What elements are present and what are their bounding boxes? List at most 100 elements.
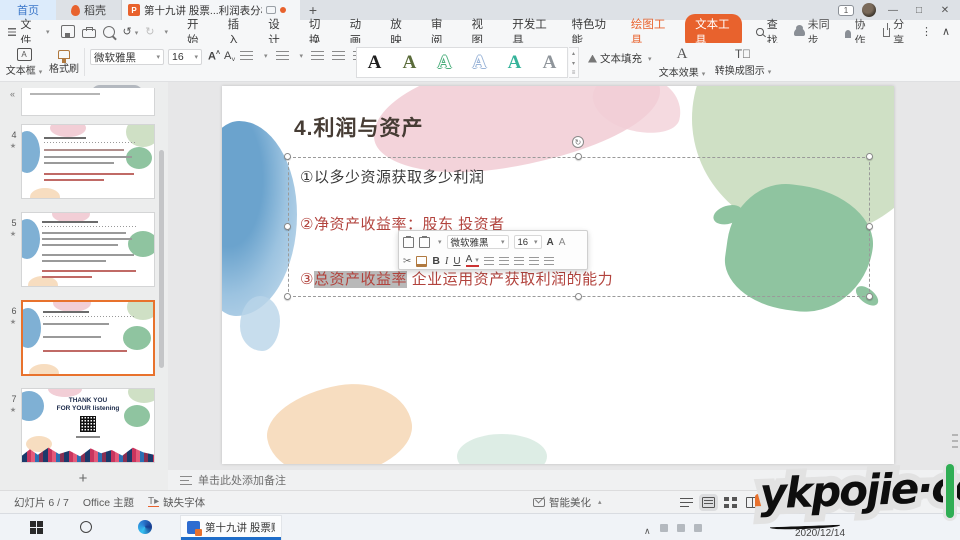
system-tray-icons[interactable] [660,524,702,532]
collapse-ribbon-icon[interactable]: ∧ [942,25,950,38]
paste-icon[interactable] [403,237,414,248]
increase-indent-icon[interactable] [332,51,345,61]
bullet-list-icon[interactable] [240,51,253,61]
restore-button[interactable]: □ [910,5,928,16]
slide-thumbnail-7[interactable]: THANK YOU FOR YOUR listening [21,388,155,463]
notification-badge[interactable]: 1 [838,5,854,16]
selected-text-highlight: 总资产收益率 [314,271,407,288]
wordart-gallery[interactable]: A A A A A A [356,47,568,78]
sidebar-scrollbar[interactable] [159,150,164,368]
mini-shrink-font-button[interactable]: A [559,237,566,248]
font-size-combo[interactable]: 16▾ [168,49,202,65]
mini-grow-font-button[interactable]: A [547,237,554,248]
text-effect-button[interactable]: A 文本效果▾ [658,45,706,79]
notes-input[interactable]: 单击此处添加备注 [168,470,960,490]
play-slideshow-icon[interactable] [755,494,769,510]
cut-icon[interactable]: ✂ [403,256,411,267]
wordart-style-2[interactable]: A [392,52,427,74]
handle-top-right[interactable] [866,153,873,160]
slide-title[interactable]: 4.利润与资产 [294,112,424,142]
tray-expand-icon[interactable]: ∧ [644,526,651,537]
wordart-style-1[interactable]: A [357,52,392,74]
mini-align-center-icon[interactable] [499,257,509,265]
wps-app-icon [187,521,200,534]
format-painter-icon [58,50,70,59]
cortana-icon[interactable] [80,521,92,533]
mini-align-left-icon[interactable] [484,257,494,265]
mini-font-color-button[interactable]: A▾ [466,256,479,267]
person-icon [845,30,852,38]
more-options-icon[interactable]: ⋮ [921,25,932,38]
mini-list-icon[interactable] [544,257,554,265]
slide-number: 7 [8,394,20,404]
minimize-button[interactable]: — [884,5,902,16]
handle-bottom-center[interactable] [575,293,582,300]
print-preview-icon[interactable] [103,26,115,38]
handle-bottom-left[interactable] [284,293,291,300]
slide-editor[interactable]: 4.利润与资产 ↻ ①以多少资源获取多少利润 ②净资产收益率：股东 投资者 ③总… [222,86,894,464]
print-icon[interactable] [82,29,96,38]
grow-font-button[interactable]: A˄ [208,50,220,63]
taskbar-app-title: 第十九讲 股票财务... [205,520,275,535]
decor-teal-splash [457,434,547,464]
wordart-style-4[interactable]: A [462,52,497,74]
mini-align-right-icon[interactable] [514,257,524,265]
slide-thumbnail-partial[interactable] [21,88,155,116]
mini-bold-button[interactable]: B [432,255,440,267]
theme-name[interactable]: Office 主题 [83,495,134,510]
missing-font-warning[interactable]: T▸缺失字体 [148,495,205,510]
undo-icon[interactable]: ↺▾ [122,25,138,38]
slide-thumbnail-4[interactable] [21,124,155,199]
mini-font-name-combo[interactable]: 微软雅黑▾ [447,235,509,249]
slide-text-line1[interactable]: ①以多少资源获取多少利润 [300,166,484,187]
smart-beautify-button[interactable]: 智能美化 ▴ [533,495,602,510]
animation-star-icon: ★ [7,230,19,238]
handle-top-center[interactable] [575,153,582,160]
normal-view-icon[interactable] [702,497,715,508]
paste-options-icon[interactable] [419,237,430,248]
close-button[interactable]: ✕ [936,5,954,16]
windows-start-icon[interactable] [30,521,43,534]
slide-thumbnail-6-selected[interactable] [21,300,155,376]
redo-icon[interactable]: ↻ [145,25,154,38]
convert-diagram-button[interactable]: T⃞ 转换成图示▾ [712,45,774,79]
font-name-combo[interactable]: 微软雅黑▾ [90,49,164,65]
text-fill-icon [588,55,597,63]
mini-italic-button[interactable]: I [445,256,448,267]
handle-bottom-right[interactable] [866,293,873,300]
text-fill-button[interactable]: 文本填充▾ [588,51,652,66]
wordart-gallery-scroll[interactable]: ▴▾≡ [569,47,579,78]
taskbar-date[interactable]: 2020/12/14 [795,528,845,539]
share-icon [883,28,891,37]
slide-text-line3[interactable]: ③总资产收益率 企业运用资产获取利润的能力 [300,268,613,289]
decrease-indent-icon[interactable] [311,51,324,61]
wordart-style-5[interactable]: A [497,52,532,74]
save-icon[interactable] [61,25,75,38]
mini-format-painter-icon[interactable] [416,256,427,267]
slide-thumbnail-5[interactable] [21,212,155,287]
notes-view-icon[interactable] [680,497,693,508]
missing-font-icon: T▸ [148,497,159,507]
textbox-button[interactable]: A 文本框▾ [6,45,42,79]
wordart-style-6[interactable]: A [532,52,567,74]
tab-docer[interactable]: 稻壳 [56,0,122,20]
text-effect-label: 文本效果 [659,68,699,79]
mini-font-size-combo[interactable]: 16▾ [514,235,542,249]
collapse-panel-button[interactable]: « [10,89,15,99]
taskbar-app-button[interactable]: 第十九讲 股票财务... [180,515,282,540]
mini-underline-button[interactable]: U [453,256,460,267]
rotate-handle[interactable]: ↻ [572,136,584,148]
add-slide-button[interactable]: + [72,470,94,490]
wordart-style-3[interactable]: A [427,52,462,74]
handle-top-left[interactable] [284,153,291,160]
toolbar-more-icon[interactable]: ▾ [164,28,168,36]
numbered-list-icon[interactable] [276,51,289,61]
format-painter-button[interactable]: 格式刷 [46,45,82,79]
handle-mid-left[interactable] [284,223,291,230]
slide-nav-scrollbar[interactable] [951,434,959,448]
slide-sorter-view-icon[interactable] [724,497,737,508]
edge-browser-icon[interactable] [138,520,152,534]
mini-indent-icon[interactable] [529,257,539,265]
shrink-font-button[interactable]: A˅ [224,50,235,64]
handle-mid-right[interactable] [866,223,873,230]
